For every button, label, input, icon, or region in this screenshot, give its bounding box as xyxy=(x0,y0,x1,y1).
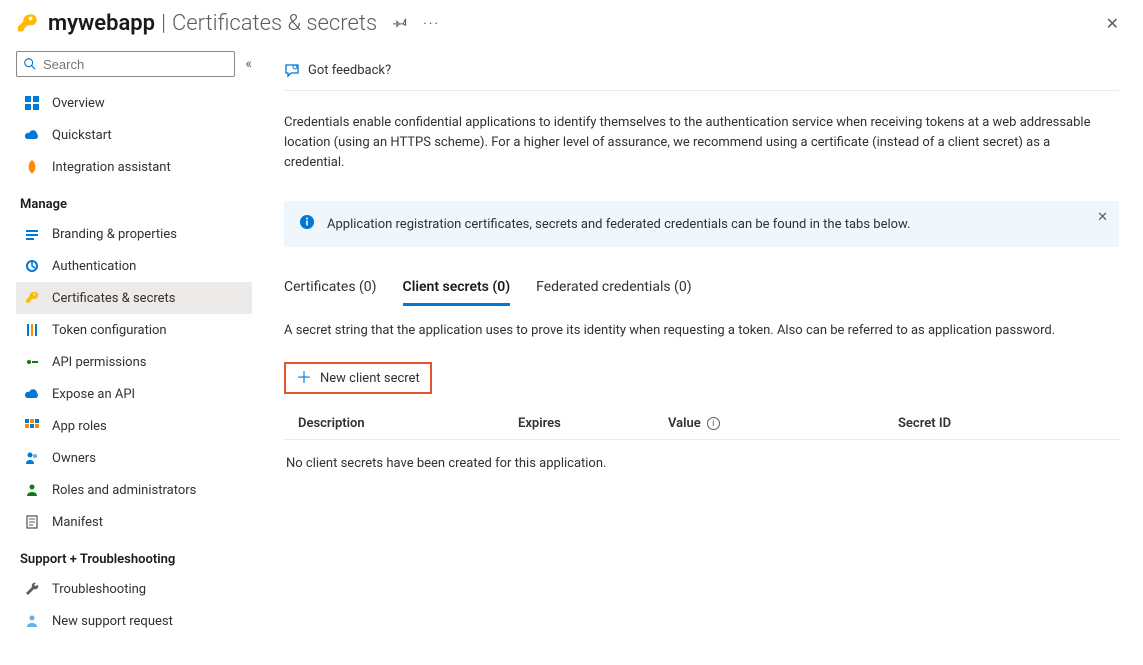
key-icon xyxy=(16,13,38,35)
info-banner: Application registration certificates, s… xyxy=(284,201,1119,247)
sidebar-item-label: Roles and administrators xyxy=(52,483,196,498)
tab-description: A secret string that the application use… xyxy=(284,323,1119,338)
sidebar-item-roles-administrators[interactable]: Roles and administrators xyxy=(16,474,252,506)
sidebar-item-label: Quickstart xyxy=(52,128,112,143)
sidebar-item-label: API permissions xyxy=(52,355,147,370)
sidebar-item-label: Token configuration xyxy=(52,323,167,338)
grid-icon xyxy=(24,95,40,111)
sidebar-item-expose-api[interactable]: Expose an API xyxy=(16,378,252,410)
wrench-icon xyxy=(24,581,40,597)
col-value: Value i xyxy=(668,416,898,431)
feedback-label: Got feedback? xyxy=(308,63,391,78)
sidebar-item-label: Integration assistant xyxy=(52,160,171,175)
feedback-button[interactable]: Got feedback? xyxy=(284,63,391,79)
expose-icon xyxy=(24,386,40,402)
col-description: Description xyxy=(298,416,518,431)
tab-client-secrets[interactable]: Client secrets (0) xyxy=(403,273,511,306)
plus-icon: ＋ xyxy=(296,370,312,386)
search-input[interactable] xyxy=(43,57,228,72)
title-separator: | xyxy=(155,11,172,36)
sidebar-item-certificates-secrets[interactable]: Certificates & secrets xyxy=(16,282,252,314)
table-header: Description Expires Value i Secret ID xyxy=(284,408,1119,440)
sidebar-item-overview[interactable]: Overview xyxy=(16,87,252,119)
token-icon xyxy=(24,322,40,338)
permissions-icon xyxy=(24,354,40,370)
main-content: Got feedback? Credentials enable confide… xyxy=(256,51,1143,665)
sidebar-item-label: Owners xyxy=(52,451,96,466)
pin-icon[interactable] xyxy=(393,15,407,33)
feedback-icon xyxy=(284,63,300,79)
more-icon[interactable]: ··· xyxy=(423,16,440,32)
col-expires: Expires xyxy=(518,416,668,431)
rocket-icon xyxy=(24,159,40,175)
banner-text: Application registration certificates, s… xyxy=(327,217,910,232)
page-description: Credentials enable confidential applicat… xyxy=(284,113,1104,173)
sidebar-item-app-roles[interactable]: App roles xyxy=(16,410,252,442)
branding-icon xyxy=(24,226,40,242)
col-secret-id: Secret ID xyxy=(898,416,1105,431)
sidebar-item-label: Overview xyxy=(52,96,105,111)
sidebar-heading-manage: Manage xyxy=(16,183,252,218)
sidebar-item-api-permissions[interactable]: API permissions xyxy=(16,346,252,378)
auth-icon xyxy=(24,258,40,274)
tab-certificates[interactable]: Certificates (0) xyxy=(284,273,377,306)
empty-state-text: No client secrets have been created for … xyxy=(284,456,1119,471)
sidebar-item-integration-assistant[interactable]: Integration assistant xyxy=(16,151,252,183)
info-tooltip-icon[interactable]: i xyxy=(707,417,720,430)
sidebar-item-authentication[interactable]: Authentication xyxy=(16,250,252,282)
sidebar-item-label: App roles xyxy=(52,419,107,434)
new-client-secret-label: New client secret xyxy=(320,371,420,386)
sidebar: « Overview Quickstart Integration assist… xyxy=(0,51,256,665)
close-icon[interactable]: ✕ xyxy=(1102,10,1123,37)
sidebar-item-label: Expose an API xyxy=(52,387,135,402)
owners-icon xyxy=(24,450,40,466)
key-small-icon xyxy=(24,290,40,306)
sidebar-item-troubleshooting[interactable]: Troubleshooting xyxy=(16,573,252,605)
page-header: mywebapp | Certificates & secrets ··· ✕ xyxy=(0,0,1143,51)
sidebar-item-token-configuration[interactable]: Token configuration xyxy=(16,314,252,346)
command-bar: Got feedback? xyxy=(284,51,1119,91)
tabs: Certificates (0) Client secrets (0) Fede… xyxy=(284,273,1119,307)
manifest-icon xyxy=(24,514,40,530)
sidebar-item-manifest[interactable]: Manifest xyxy=(16,506,252,538)
tab-federated-credentials[interactable]: Federated credentials (0) xyxy=(536,273,691,306)
sidebar-item-label: Branding & properties xyxy=(52,227,177,242)
app-name: mywebapp xyxy=(48,11,155,36)
sidebar-item-label: Manifest xyxy=(52,515,103,530)
sidebar-item-owners[interactable]: Owners xyxy=(16,442,252,474)
cloud-icon xyxy=(24,127,40,143)
support-icon xyxy=(24,613,40,629)
sidebar-item-new-support-request[interactable]: New support request xyxy=(16,605,252,637)
info-icon xyxy=(299,214,315,234)
sidebar-item-label: Authentication xyxy=(52,259,136,274)
app-roles-icon xyxy=(24,418,40,434)
sidebar-item-label: New support request xyxy=(52,614,173,629)
collapse-sidebar-icon[interactable]: « xyxy=(245,56,252,72)
page-title: Certificates & secrets xyxy=(172,11,377,36)
sidebar-item-quickstart[interactable]: Quickstart xyxy=(16,119,252,151)
sidebar-item-branding[interactable]: Branding & properties xyxy=(16,218,252,250)
sidebar-item-label: Certificates & secrets xyxy=(52,291,176,306)
new-client-secret-button[interactable]: ＋ New client secret xyxy=(284,362,432,394)
banner-dismiss-icon[interactable]: ✕ xyxy=(1097,210,1108,225)
search-box[interactable] xyxy=(16,51,235,77)
sidebar-heading-support: Support + Troubleshooting xyxy=(16,538,252,573)
sidebar-item-label: Troubleshooting xyxy=(52,582,146,597)
search-icon xyxy=(23,57,37,71)
admin-icon xyxy=(24,482,40,498)
